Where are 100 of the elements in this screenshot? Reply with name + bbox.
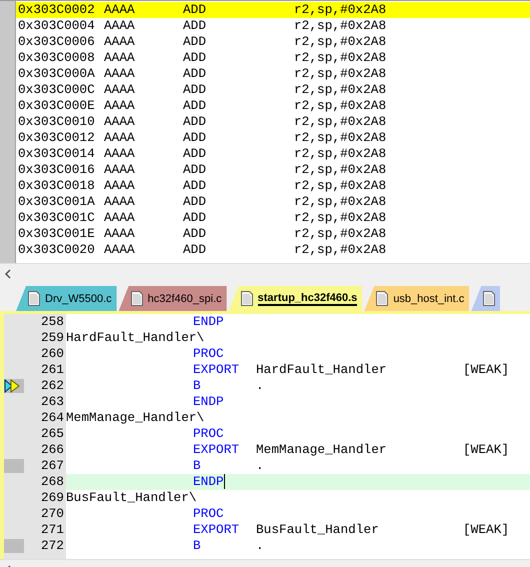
code-keyword: EXPORT [193,522,240,538]
mnemonic-text: ADD [183,66,208,82]
address-text: 0x303C0002 [18,2,96,18]
code-attribute: [WEAK] [463,442,510,458]
operands-text: r2,sp,#0x2A8 [294,34,388,50]
address-text: 0x303C001A [18,194,96,210]
file-tab[interactable]: hc32f460_spi.c [118,286,227,311]
opcode-text: AAAA [104,82,136,98]
file-tab[interactable]: usb_host_int.c [364,286,470,311]
mnemonic-text: ADD [183,194,208,210]
opcode-text: AAAA [104,50,136,66]
line-number: 258 [40,314,65,330]
code-label: HardFault_Handler\ [66,330,206,346]
disassembly-row[interactable]: 0x303C001A AAAA ADD r2,sp,#0x2A8 [16,194,530,210]
disassembly-row[interactable]: 0x303C0008 AAAA ADD r2,sp,#0x2A8 [16,50,530,66]
mnemonic-text: ADD [183,130,208,146]
file-tab[interactable]: startup_hc32f460.s [228,286,362,311]
disassembly-row[interactable]: 0x303C0014 AAAA ADD r2,sp,#0x2A8 [16,146,530,162]
opcode-text: AAAA [104,178,136,194]
disassembly-row[interactable]: 0x303C0006 AAAA ADD r2,sp,#0x2A8 [16,34,530,50]
address-text: 0x303C0008 [18,50,96,66]
disassembly-row[interactable]: 0x303C0004 AAAA ADD r2,sp,#0x2A8 [16,18,530,34]
line-number: 272 [40,538,65,554]
mnemonic-text: ADD [183,226,208,242]
file-icon [483,291,496,306]
line-number: 268 [40,474,65,490]
code-keyword: B [193,538,202,554]
operands-text: r2,sp,#0x2A8 [294,210,388,226]
mnemonic-text: ADD [183,98,208,114]
file-icon [28,291,40,306]
code-keyword: PROC [193,426,225,442]
code-keyword: B [193,378,202,394]
mnemonic-text: ADD [183,114,208,130]
line-number: 266 [40,442,65,458]
mnemonic-text: ADD [183,162,208,178]
code-attribute: [WEAK] [463,522,510,538]
line-number: 262 [40,378,65,394]
opcode-text: AAAA [104,114,136,130]
file-tab[interactable] [471,286,500,311]
code-operand: MemManage_Handler [256,442,388,458]
code-keyword: ENDP [193,314,225,330]
address-text: 0x303C0016 [18,162,96,178]
code-operand: . [256,458,265,474]
opcode-text: AAAA [104,130,136,146]
disassembly-row[interactable]: 0x303C000C AAAA ADD r2,sp,#0x2A8 [16,82,530,98]
line-number: 260 [40,346,65,362]
operands-text: r2,sp,#0x2A8 [294,242,388,258]
disassembly-row[interactable]: 0x303C001E AAAA ADD r2,sp,#0x2A8 [16,226,530,242]
disassembly-row[interactable]: 0x303C0018 AAAA ADD r2,sp,#0x2A8 [16,178,530,194]
file-icon [240,291,253,306]
mnemonic-text: ADD [183,82,208,98]
disassembly-row[interactable]: 0x303C0012 AAAA ADD r2,sp,#0x2A8 [16,130,530,146]
opcode-text: AAAA [104,66,136,82]
disassembly-row[interactable]: 0x303C000E AAAA ADD r2,sp,#0x2A8 [16,98,530,114]
operands-text: r2,sp,#0x2A8 [294,2,388,18]
operands-text: r2,sp,#0x2A8 [294,66,388,82]
line-number: 261 [40,362,65,378]
opcode-text: AAAA [104,210,136,226]
scroll-left-icon[interactable] [4,269,12,279]
address-text: 0x303C0020 [18,242,96,258]
address-text: 0x303C000C [18,82,96,98]
address-text: 0x303C0018 [18,178,96,194]
operands-text: r2,sp,#0x2A8 [294,114,388,130]
code-operand: . [256,378,265,394]
disassembly-row[interactable]: 0x303C0002 AAAA ADD r2,sp,#0x2A8 [16,2,530,18]
mnemonic-text: ADD [183,178,208,194]
mnemonic-text: ADD [183,2,208,18]
address-text: 0x303C001C [18,210,96,226]
operands-text: r2,sp,#0x2A8 [294,82,388,98]
disassembly-row[interactable]: 0x303C0010 AAAA ADD r2,sp,#0x2A8 [16,114,530,130]
code-operand: HardFault_Handler [256,362,388,378]
code-keyword: ENDP [193,474,226,490]
address-text: 0x303C001E [18,226,96,242]
code-keyword: PROC [193,506,225,522]
opcode-text: AAAA [104,162,136,178]
line-number: 264 [40,410,65,426]
opcode-text: AAAA [104,34,136,50]
code-operand: . [256,538,265,554]
file-tab[interactable]: Drv_W5500.c [16,286,117,311]
address-text: 0x303C0012 [18,130,96,146]
line-number: 259 [40,330,65,346]
opcode-text: AAAA [104,98,136,114]
mnemonic-text: ADD [183,18,208,34]
mnemonic-text: ADD [183,50,208,66]
code-label: MemManage_Handler\ [66,410,206,426]
operands-text: r2,sp,#0x2A8 [294,162,388,178]
operands-text: r2,sp,#0x2A8 [294,18,388,34]
line-number: 265 [40,426,65,442]
disassembly-row[interactable]: 0x303C0020 AAAA ADD r2,sp,#0x2A8 [16,242,530,258]
opcode-text: AAAA [104,242,136,258]
operands-text: r2,sp,#0x2A8 [294,130,388,146]
opcode-text: AAAA [104,146,136,162]
disassembly-row[interactable]: 0x303C000A AAAA ADD r2,sp,#0x2A8 [16,66,530,82]
line-number: 263 [40,394,65,410]
address-text: 0x303C000E [18,98,96,114]
operands-text: r2,sp,#0x2A8 [294,194,388,210]
disassembly-row[interactable]: 0x303C0016 AAAA ADD r2,sp,#0x2A8 [16,162,530,178]
disassembly-row[interactable]: 0x303C001C AAAA ADD r2,sp,#0x2A8 [16,210,530,226]
opcode-text: AAAA [104,18,136,34]
code-keyword: EXPORT [193,362,240,378]
